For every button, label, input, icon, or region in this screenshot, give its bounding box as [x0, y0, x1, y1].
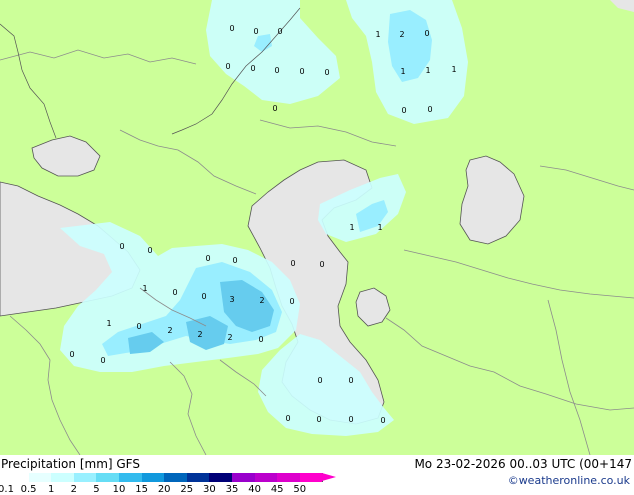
precip-value-label: 1 [142, 284, 147, 293]
scale-color-cell [232, 473, 256, 482]
precip-value-label: 1 [377, 223, 382, 232]
precip-value-label: 0 [274, 66, 279, 75]
map-footer: Precipitation [mm] GFS Mo 23-02-2026 00.… [0, 455, 634, 495]
precip-value-label: 2 [227, 333, 232, 342]
precip-value-label: 0 [100, 356, 105, 365]
precip-value-label: 2 [167, 326, 172, 335]
precip-value-label: 1 [106, 319, 111, 328]
precip-value-label: 0 [427, 105, 432, 114]
scale-color-cell [96, 473, 120, 482]
precip-value-label: 2 [197, 330, 202, 339]
scale-color-cell [164, 473, 188, 482]
precip-value-label: 0 [229, 24, 234, 33]
precip-value-label: 0 [225, 62, 230, 71]
precip-value-label: 0 [316, 415, 321, 424]
precip-value-label: 3 [229, 295, 234, 304]
precip-value-label: 2 [399, 30, 404, 39]
precip-value-label: 0 [272, 104, 277, 113]
map-title: Precipitation [mm] GFS [1, 457, 140, 471]
scale-color-cell [277, 473, 301, 482]
scale-color-cell [186, 473, 211, 482]
precip-value-label: 0 [69, 350, 74, 359]
scale-arrow [322, 473, 337, 481]
precip-value-label: 0 [299, 67, 304, 76]
precip-value-label: 0 [324, 68, 329, 77]
site-credit[interactable]: ©weatheronline.co.uk [508, 474, 630, 488]
precip-value-label: 0 [250, 64, 255, 73]
precip-value-label: 0 [119, 242, 124, 251]
precip-value-label: 0 [232, 256, 237, 265]
precip-value-label: 0 [348, 376, 353, 385]
precip-value-label: 0 [277, 27, 282, 36]
scale-color-cell [119, 473, 143, 482]
precip-value-label: 0 [136, 322, 141, 331]
precip-value-label: 1 [400, 67, 405, 76]
precip-value-label: 0 [401, 106, 406, 115]
precip-value-label: 0 [147, 246, 152, 255]
scale-color-cell [141, 473, 166, 482]
forecast-datetime: Mo 23-02-2026 00..03 UTC (00+147 [414, 457, 632, 471]
precip-value-label: 0 [380, 416, 385, 425]
precip-color-scale: 0.1 0.5 1 2 5 10 15 20 25 30 35 40 45 50 [0, 473, 337, 495]
precip-value-label: 2 [259, 296, 264, 305]
scale-color-cell [209, 473, 233, 482]
scale-color-cell [28, 473, 53, 482]
precip-value-label: 0 [253, 27, 258, 36]
precip-value-label: 1 [425, 66, 430, 75]
scale-color-cell [6, 473, 30, 482]
precip-value-label: 0 [319, 260, 324, 269]
precip-value-label: 0 [201, 292, 206, 301]
precip-value-label: 1 [349, 223, 354, 232]
precip-value-label: 0 [424, 29, 429, 38]
precip-value-label: 0 [172, 288, 177, 297]
precip-value-label: 1 [375, 30, 380, 39]
precipitation-map[interactable]: 0 0 0 1 2 0 0 0 0 0 0 1 1 1 0 0 0 0 0 1 1 0 0 0 0 1 0 0 3 2 0 1 0 2 2 2 0 0 0 0… [0, 0, 634, 455]
scale-color-cell [254, 473, 279, 482]
precip-value-label: 0 [348, 415, 353, 424]
precip-value-label: 1 [451, 65, 456, 74]
scale-color-cell [299, 473, 324, 482]
scale-color-cell [51, 473, 75, 482]
precip-value-label: 0 [285, 414, 290, 423]
precip-value-label: 0 [258, 335, 263, 344]
precip-value-label: 0 [290, 259, 295, 268]
precip-value-label: 0 [317, 376, 322, 385]
precip-value-label: 0 [205, 254, 210, 263]
precip-value-label: 0 [289, 297, 294, 306]
scale-color-cell [73, 473, 98, 482]
